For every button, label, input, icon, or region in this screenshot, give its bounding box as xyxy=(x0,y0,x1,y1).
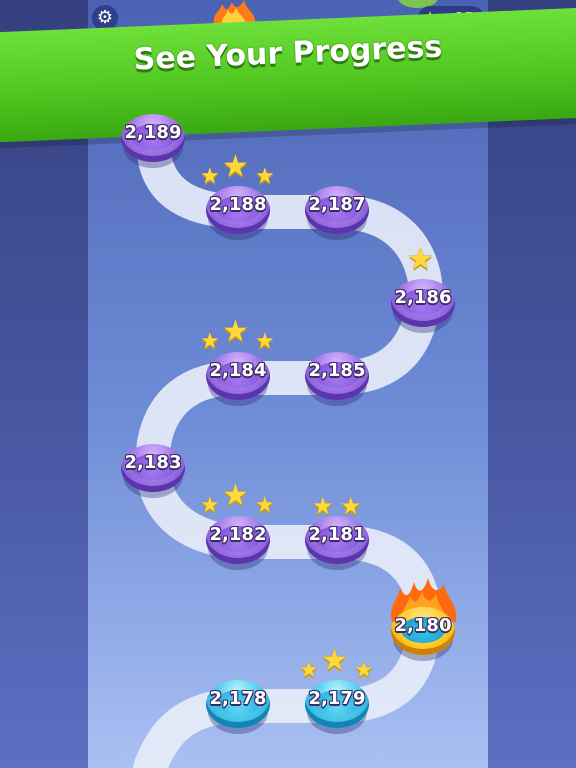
level-node[interactable]: 2,178 xyxy=(206,680,270,734)
star-icon: ★ xyxy=(222,149,249,184)
level-number: 2,178 xyxy=(209,688,267,709)
star-icon: ★ xyxy=(222,478,249,513)
star-icon: ★ xyxy=(321,643,348,678)
star-icon: ★ xyxy=(200,493,220,518)
level-node[interactable]: 2,185 xyxy=(305,352,369,406)
level-number: 2,180 xyxy=(394,615,452,636)
level-node[interactable]: 2,187 xyxy=(305,186,369,240)
star-icon: ★ xyxy=(312,492,334,520)
star-icon: ★ xyxy=(255,164,275,189)
star-icon: ★ xyxy=(200,329,220,354)
level-number: 2,185 xyxy=(308,360,366,381)
level-number: 2,179 xyxy=(308,688,366,709)
flame-icon xyxy=(213,0,256,24)
star-icon: ★ xyxy=(407,242,434,277)
level-number: 2,183 xyxy=(124,452,182,473)
star-icon: ★ xyxy=(200,164,220,189)
level-node[interactable]: 2,181 xyxy=(305,516,369,570)
level-node[interactable]: 2,188 xyxy=(206,186,270,240)
level-node[interactable]: 2,183 xyxy=(121,444,185,498)
level-node[interactable]: 2,184 xyxy=(206,352,270,406)
star-icon: ★ xyxy=(299,658,319,683)
level-node[interactable]: 2,182 xyxy=(206,516,270,570)
star-icon: ★ xyxy=(340,492,362,520)
star-icon: ★ xyxy=(222,314,249,349)
level-number: 2,181 xyxy=(308,524,366,545)
star-icon: ★ xyxy=(354,658,374,683)
level-number: 2,182 xyxy=(209,524,267,545)
level-node[interactable]: 2,189 xyxy=(121,114,185,168)
level-number: 2,187 xyxy=(308,194,366,215)
level-number: 2,189 xyxy=(124,122,182,143)
level-node[interactable]: 2,186 xyxy=(391,279,455,333)
level-number: 2,188 xyxy=(209,194,267,215)
level-number: 2,186 xyxy=(394,287,452,308)
star-icon: ★ xyxy=(255,329,275,354)
current-level-node[interactable]: 2,180 xyxy=(391,607,455,661)
level-number: 2,184 xyxy=(209,360,267,381)
level-node[interactable]: 2,179 xyxy=(305,680,369,734)
star-icon: ★ xyxy=(255,493,275,518)
